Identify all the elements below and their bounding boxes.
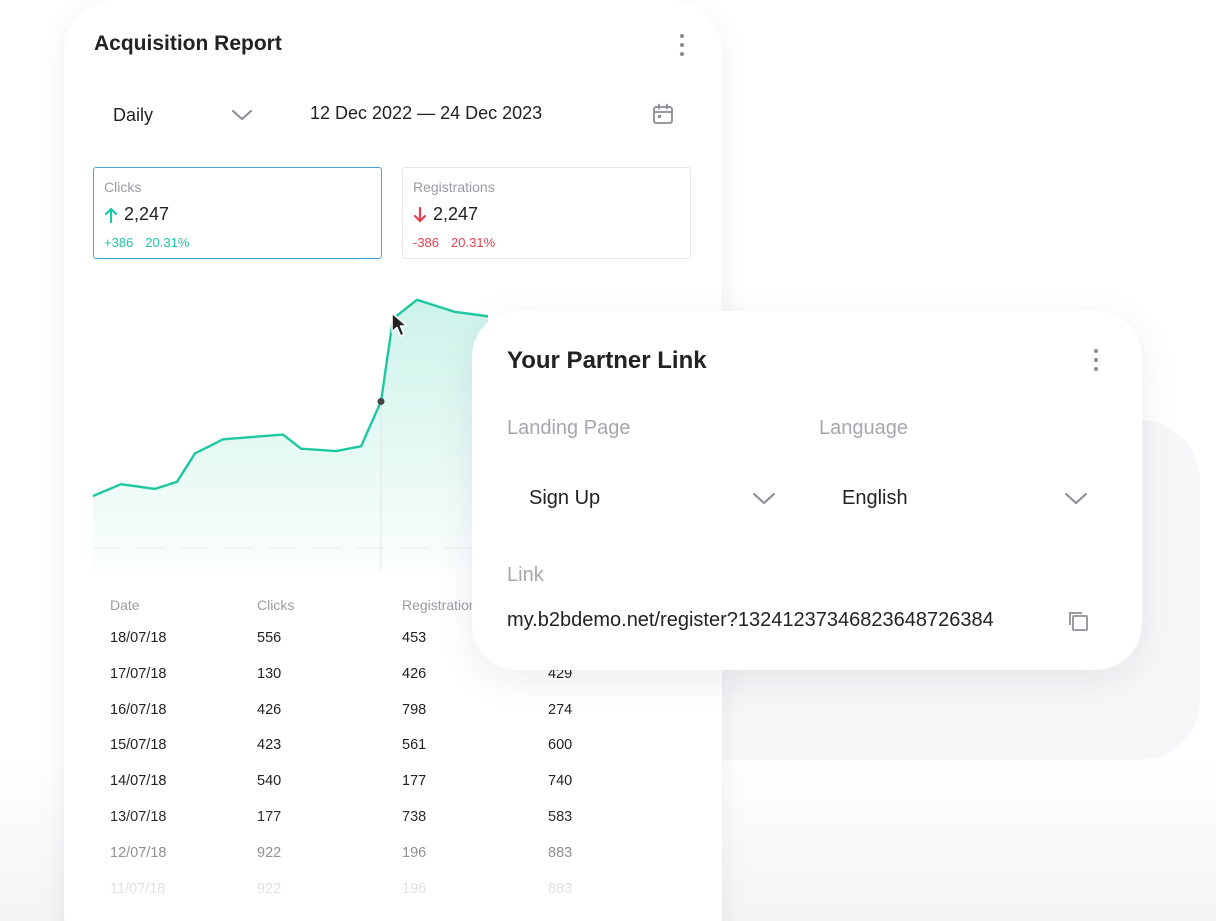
partner-menu-icon[interactable] bbox=[1093, 349, 1099, 371]
table-cell: 738 bbox=[402, 808, 427, 825]
table-row[interactable]: 17/07/18 130 426 429 bbox=[110, 666, 670, 702]
link-label: Link bbox=[507, 564, 544, 586]
period-value: Daily bbox=[113, 104, 154, 125]
area-fill bbox=[93, 299, 488, 570]
table-cell: 196 bbox=[402, 844, 427, 861]
metric-label: Clicks bbox=[104, 179, 142, 195]
table-cell: 14/07/18 bbox=[110, 773, 167, 790]
period-select[interactable]: Daily bbox=[113, 101, 253, 129]
table-cell: 13/07/18 bbox=[110, 808, 167, 825]
chevron-down-icon bbox=[232, 110, 252, 120]
chevron-down-icon bbox=[753, 492, 775, 504]
table-cell: 922 bbox=[257, 880, 282, 897]
table-cell: 274 bbox=[548, 701, 573, 718]
table-cell: 11/07/18 bbox=[110, 880, 166, 897]
calendar-icon[interactable] bbox=[652, 103, 674, 125]
table-cell: 556 bbox=[257, 630, 282, 646]
landing-page-select[interactable]: Sign Up bbox=[529, 483, 776, 513]
table-row[interactable]: 15/07/18 423 561 600 bbox=[110, 737, 670, 773]
table-cell: 740 bbox=[548, 773, 573, 790]
table-cell: 130 bbox=[257, 665, 282, 682]
column-header-clicks[interactable]: Clicks bbox=[257, 597, 294, 613]
table-cell: 453 bbox=[402, 630, 427, 646]
table-cell: 18/07/18 bbox=[110, 630, 167, 646]
language-label: Language bbox=[819, 417, 908, 439]
table-cell: 196 bbox=[402, 880, 427, 897]
table-cell: 12/07/18 bbox=[110, 844, 167, 861]
table-cell: 16/07/18 bbox=[110, 701, 167, 718]
table-cell: 883 bbox=[548, 880, 573, 897]
date-range[interactable]: 12 Dec 2022 — 24 Dec 2023 bbox=[310, 103, 542, 124]
table-cell: 540 bbox=[257, 773, 282, 790]
language-value: English bbox=[842, 486, 908, 509]
table-cell: 883 bbox=[548, 844, 573, 861]
mouse-pointer-icon bbox=[391, 312, 408, 337]
table-cell: 177 bbox=[257, 808, 282, 825]
table-cell: 426 bbox=[402, 665, 427, 682]
table-row[interactable]: 13/07/18 177 738 583 bbox=[110, 809, 670, 845]
chevron-down-icon bbox=[1065, 492, 1087, 504]
metric-delta: +386 bbox=[104, 235, 134, 250]
table-cell: 423 bbox=[257, 737, 282, 754]
screen: Acquisition Report Daily 12 Dec 2022 — 2… bbox=[0, 0, 1216, 921]
metric-delta: -386 bbox=[413, 235, 440, 250]
copy-icon[interactable] bbox=[1066, 609, 1090, 633]
table-row[interactable]: 12/07/18 922 196 883 bbox=[110, 845, 670, 881]
table-cell: 17/07/18 bbox=[110, 665, 167, 682]
table-row[interactable]: 16/07/18 426 798 274 bbox=[110, 702, 670, 738]
table-row[interactable]: 11/07/18 922 196 883 bbox=[110, 881, 670, 917]
table-cell: 600 bbox=[548, 737, 573, 754]
landing-page-label: Landing Page bbox=[507, 417, 631, 439]
metric-card-clicks[interactable]: Clicks 2,247 +386 20.31% bbox=[93, 167, 382, 259]
metric-percent: 20.31% bbox=[451, 235, 496, 250]
landing-page-value: Sign Up bbox=[529, 486, 601, 509]
table-cell: 426 bbox=[257, 701, 282, 718]
arrow-up-icon bbox=[104, 207, 118, 223]
data-point[interactable] bbox=[377, 397, 385, 405]
metric-percent: 20.31% bbox=[145, 235, 190, 250]
metric-label: Registrations bbox=[413, 179, 495, 195]
report-menu-icon[interactable] bbox=[679, 34, 685, 56]
arrow-down-icon bbox=[413, 206, 427, 222]
report-title: Acquisition Report bbox=[94, 32, 282, 55]
metric-card-registrations[interactable]: Registrations 2,247 -386 20.31% bbox=[402, 167, 691, 259]
metric-value: 2,247 bbox=[433, 204, 479, 224]
table-cell: 15/07/18 bbox=[110, 737, 167, 754]
table-cell: 798 bbox=[402, 701, 427, 718]
language-select[interactable]: English bbox=[842, 483, 1088, 513]
partner-link-url[interactable]: my.b2bdemo.net/register?1324123734682364… bbox=[507, 609, 994, 632]
table-cell: 561 bbox=[402, 737, 427, 754]
table-cell: 177 bbox=[402, 773, 427, 790]
table-row[interactable]: 14/07/18 540 177 740 bbox=[110, 773, 670, 809]
partner-link-card: Your Partner Link Landing Page Language … bbox=[472, 311, 1142, 670]
metric-value: 2,247 bbox=[124, 204, 170, 224]
column-header-date[interactable]: Date bbox=[110, 597, 140, 613]
table-cell: 583 bbox=[548, 808, 573, 825]
partner-link-title: Your Partner Link bbox=[507, 347, 707, 374]
table-cell: 922 bbox=[257, 844, 282, 861]
